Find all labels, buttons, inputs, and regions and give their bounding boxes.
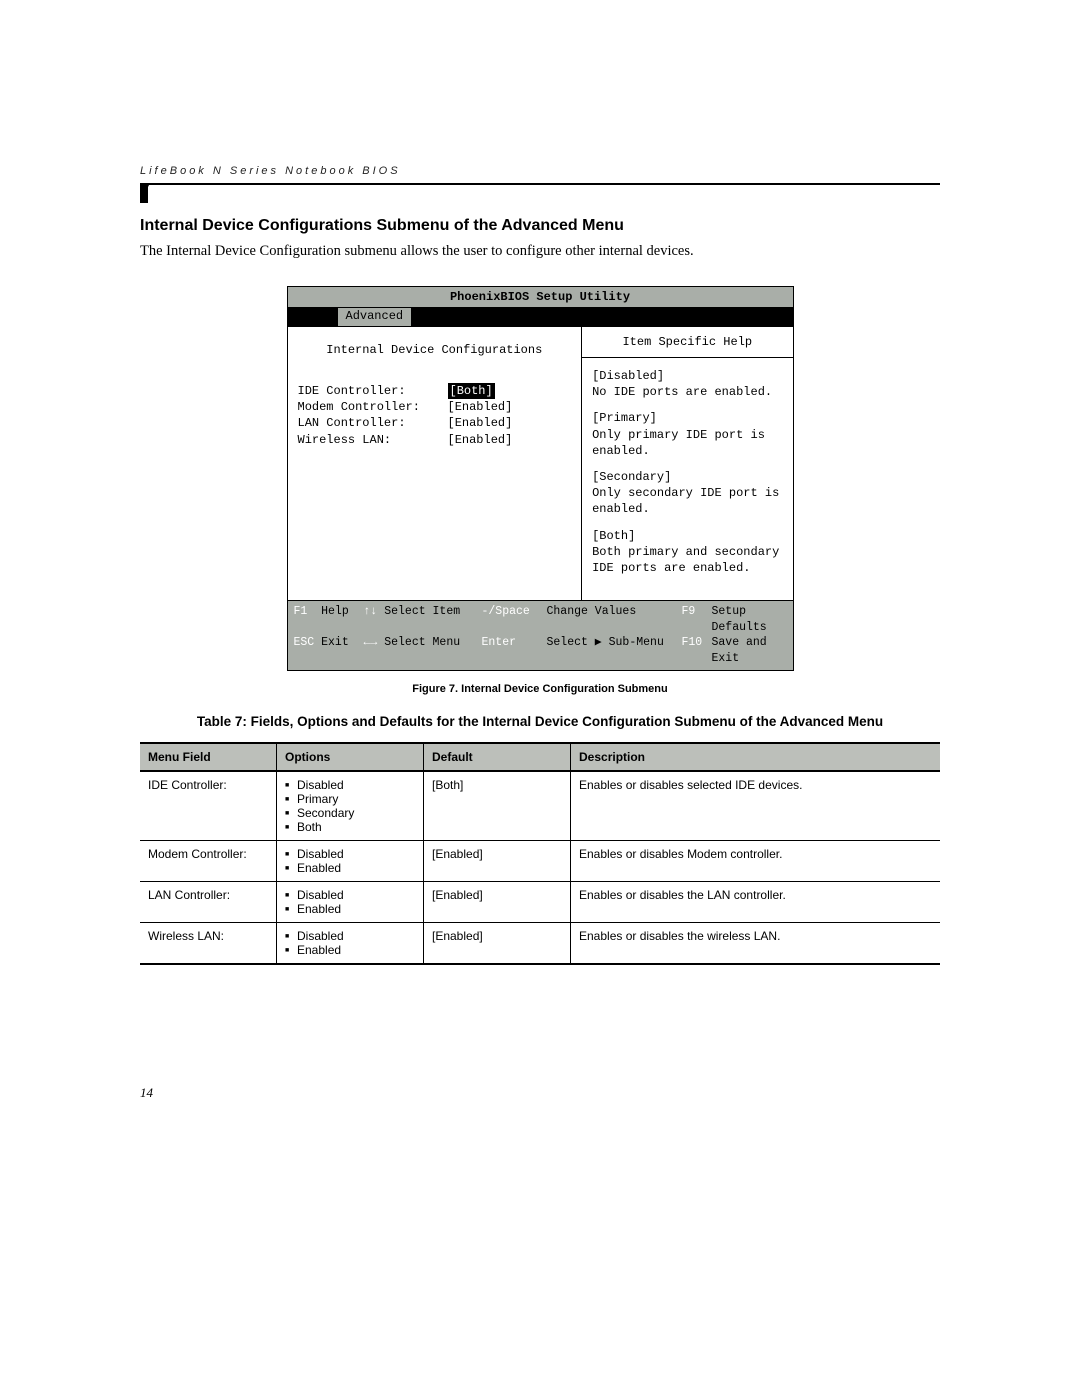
bios-field-value[interactable]: [Enabled]: [448, 399, 513, 415]
key-updown-icon: ↑↓: [364, 605, 378, 618]
bios-field-label: Wireless LAN:: [298, 432, 448, 448]
cell-options: DisabledPrimarySecondaryBoth: [277, 771, 424, 841]
bios-field-value[interactable]: [Enabled]: [448, 432, 513, 448]
key-enter: Enter: [482, 636, 517, 649]
option-item: Disabled: [285, 847, 415, 861]
option-item: Both: [285, 820, 415, 834]
table-title: Table 7: Fields, Options and Defaults fo…: [140, 713, 940, 732]
bios-field-value[interactable]: [Enabled]: [448, 415, 513, 431]
running-header: LifeBook N Series Notebook BIOS: [140, 165, 940, 177]
cell-description: Enables or disables selected IDE devices…: [571, 771, 941, 841]
cell-description: Enables or disables the LAN controller.: [571, 882, 941, 923]
th-options: Options: [277, 743, 424, 771]
bios-field-row[interactable]: IDE Controller:[Both]: [298, 383, 572, 399]
cell-default: [Enabled]: [424, 923, 571, 965]
bios-left-pane: Internal Device Configurations IDE Contr…: [288, 327, 583, 600]
option-item: Primary: [285, 792, 415, 806]
option-item: Disabled: [285, 929, 415, 943]
cell-menu-field: Modem Controller:: [140, 841, 277, 882]
bios-help-title: Item Specific Help: [582, 327, 792, 358]
key-f10: F10: [682, 636, 703, 649]
bios-field-label: IDE Controller:: [298, 383, 448, 399]
th-default: Default: [424, 743, 571, 771]
key-leftright-icon: ←→: [364, 636, 378, 649]
key-f9: F9: [682, 605, 696, 618]
bios-help-text: [Secondary] Only secondary IDE port is e…: [592, 469, 782, 518]
bios-field-label: LAN Controller:: [298, 415, 448, 431]
option-item: Enabled: [285, 902, 415, 916]
key-esc: ESC: [294, 636, 315, 649]
bios-help-text: [Disabled] No IDE ports are enabled.: [592, 368, 782, 400]
bios-footer: F1 Help ↑↓ Select Item -/Space Change Va…: [288, 600, 793, 670]
th-description: Description: [571, 743, 941, 771]
bios-help-pane: Item Specific Help [Disabled] No IDE por…: [582, 327, 792, 600]
cell-options: DisabledEnabled: [277, 882, 424, 923]
document-page: LifeBook N Series Notebook BIOS Internal…: [0, 0, 1080, 1181]
section-heading: Internal Device Configurations Submenu o…: [140, 217, 940, 235]
cell-options: DisabledEnabled: [277, 841, 424, 882]
table-row: Wireless LAN:DisabledEnabled[Enabled]Ena…: [140, 923, 940, 965]
cell-default: [Enabled]: [424, 882, 571, 923]
table-row: LAN Controller:DisabledEnabled[Enabled]E…: [140, 882, 940, 923]
bios-tab-advanced[interactable]: Advanced: [338, 308, 412, 326]
cell-description: Enables or disables Modem controller.: [571, 841, 941, 882]
option-item: Disabled: [285, 778, 415, 792]
bios-tab-bar: Advanced: [288, 308, 793, 327]
bios-help-text: [Both] Both primary and secondary IDE po…: [592, 528, 782, 577]
intro-paragraph: The Internal Device Configuration submen…: [140, 243, 940, 260]
cell-options: DisabledEnabled: [277, 923, 424, 965]
option-item: Enabled: [285, 861, 415, 875]
option-item: Enabled: [285, 943, 415, 957]
table-row: Modem Controller:DisabledEnabled[Enabled…: [140, 841, 940, 882]
bios-field-value[interactable]: [Both]: [448, 383, 495, 399]
page-number: 14: [140, 1085, 940, 1101]
bios-help-text: [Primary] Only primary IDE port is enabl…: [592, 410, 782, 459]
spec-table: Menu Field Options Default Description I…: [140, 742, 940, 965]
key-minus-space: -/Space: [482, 605, 530, 618]
bios-field-row[interactable]: Wireless LAN:[Enabled]: [298, 432, 572, 448]
table-row: IDE Controller:DisabledPrimarySecondaryB…: [140, 771, 940, 841]
bios-title: PhoenixBIOS Setup Utility: [288, 287, 793, 308]
cell-default: [Both]: [424, 771, 571, 841]
cell-description: Enables or disables the wireless LAN.: [571, 923, 941, 965]
key-f1: F1: [294, 605, 308, 618]
cell-default: [Enabled]: [424, 841, 571, 882]
header-rule: [140, 183, 940, 203]
th-menu-field: Menu Field: [140, 743, 277, 771]
cell-menu-field: Wireless LAN:: [140, 923, 277, 965]
cell-menu-field: LAN Controller:: [140, 882, 277, 923]
bios-field-row[interactable]: LAN Controller:[Enabled]: [298, 415, 572, 431]
option-item: Secondary: [285, 806, 415, 820]
cell-menu-field: IDE Controller:: [140, 771, 277, 841]
bios-screenshot: PhoenixBIOS Setup Utility Advanced Inter…: [287, 286, 794, 671]
bios-field-row[interactable]: Modem Controller:[Enabled]: [298, 399, 572, 415]
option-item: Disabled: [285, 888, 415, 902]
bios-field-label: Modem Controller:: [298, 399, 448, 415]
bios-subtitle: Internal Device Configurations: [298, 335, 572, 365]
figure-caption: Figure 7. Internal Device Configuration …: [140, 683, 940, 695]
